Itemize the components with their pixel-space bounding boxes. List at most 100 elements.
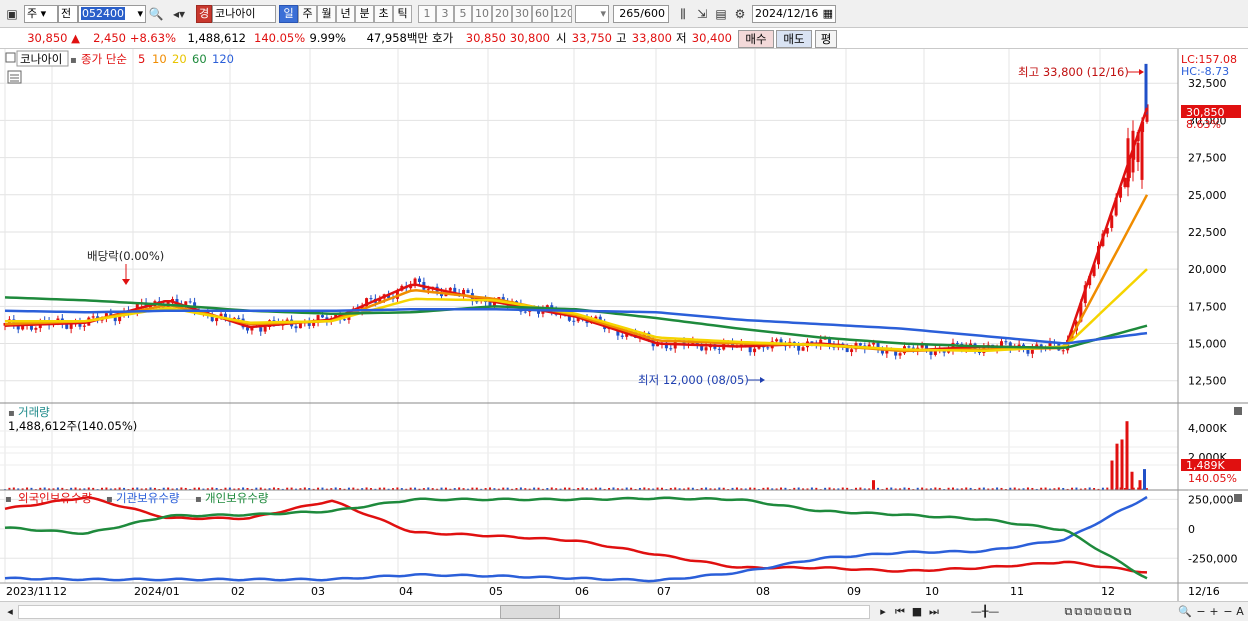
interval-5[interactable]: 5 [454,5,472,23]
save-icon[interactable]: ▤ [713,5,729,23]
zoom-icon[interactable]: 🔍 [1178,605,1192,619]
interval-120[interactable]: 120 [552,5,572,23]
high-annotation: 최고 33,800 (12/16) [1018,65,1129,79]
legend-ma-10: 10 [152,52,167,66]
candle-body [69,324,73,329]
market-prev-button[interactable]: 전 [58,5,78,23]
zoom-slider[interactable]: —╂— [950,605,1020,619]
candle-body [1026,349,1030,354]
scroll-thumb[interactable] [500,605,560,619]
interval-20[interactable]: 20 [492,5,512,23]
legend-ma-60: 60 [192,52,207,66]
chart-tools-icons[interactable]: ⧉⧉⧉⧉⧉⧉⧉ [1024,605,1174,619]
period-month-tab[interactable]: 월 [317,5,336,23]
candle-type-icon[interactable]: ⫼ [675,5,691,23]
scroll-right-icon[interactable]: ▸ [876,605,890,619]
x-axis-label: 06 [575,585,589,598]
gear-icon[interactable]: ⚙ [732,5,748,23]
price-y-tick: 22,500 [1188,226,1227,239]
market-type-select[interactable]: 주 ▾ [24,5,58,23]
candle-body [1140,127,1144,180]
rewind-icon[interactable]: ⏮ [892,605,908,619]
font-icon[interactable]: A [1234,605,1246,619]
chart-scrollbar[interactable]: ◂ ▸ ⏮ ■ ⏭ —╂— ⧉⧉⧉⧉⧉⧉⧉ 🔍 − + − A [0,601,1248,621]
x-axis-label: 2024/01 [134,585,180,598]
interval-3[interactable]: 3 [436,5,454,23]
sell-button[interactable]: 매도 [776,30,812,48]
candle-body [669,348,673,350]
price-y-tick: 15,000 [1188,338,1227,351]
candle-body [475,301,479,303]
buy-button[interactable]: 매수 [738,30,774,48]
custom-interval-select[interactable]: ▾ [575,5,609,23]
candle-body [1061,350,1065,352]
price-change: 2,450 [93,31,126,45]
price-y-tick: 12,500 [1188,375,1227,388]
legend-ma-5: 5 [138,52,145,66]
candle-body [898,353,902,356]
stock-chart[interactable]: 코나아이 ▪ 종가 단순 5 10 20 60 120 LC:157.08 HC… [0,49,1248,601]
volume-value: 1,488,612 [187,31,246,45]
volume-bar [1143,469,1146,490]
speaker-icon[interactable]: ◂▾ [166,5,192,23]
volume-tick-4000k: 4,000K [1188,422,1227,435]
interval-1[interactable]: 1 [418,5,436,23]
scroll-track[interactable] [18,605,870,619]
zoom-out-icon[interactable]: − [1195,605,1207,619]
stop-icon[interactable]: ■ [909,605,925,619]
interval-30[interactable]: 30 [512,5,532,23]
volume-tag: 1,489K [1186,459,1225,472]
forward-icon[interactable]: ⏭ [926,605,942,619]
holder-y-tick: 0 [1188,523,1195,536]
candle-body [907,346,911,348]
candle-body [488,302,492,306]
x-axis-label: 11 [1010,585,1024,598]
period-tick-tab[interactable]: 틱 [393,5,412,23]
candle-body [620,335,624,337]
zoom-tool-icon[interactable]: ⇲ [694,5,710,23]
open-price: 33,750 [571,31,612,45]
interval-60[interactable]: 60 [532,5,552,23]
x-axis-label: 2023/11 [6,585,52,598]
candle-body [320,315,324,318]
candle-body [294,326,298,329]
hoga-label: 호가 [432,31,454,45]
period-year-tab[interactable]: 년 [336,5,355,23]
svg-text:▪: ▪ [5,494,12,505]
window-icon[interactable]: ▣ [4,5,20,23]
turnover-rate: 9.99% [309,31,346,45]
volume-pct-tag: 140.05% [1188,472,1237,485]
date-field[interactable]: 2024/12/16 ▦ [752,5,836,23]
period-day-tab[interactable]: 일 [279,5,298,23]
period-week-tab[interactable]: 주 [298,5,317,23]
holder-y-tick: 250,000 [1188,493,1234,506]
stock-code-input[interactable]: 052400 ▾ [78,5,146,23]
scroll-left-icon[interactable]: ◂ [4,605,16,619]
candle-body [523,311,527,313]
legend-ma-20: 20 [172,52,187,66]
search-icon[interactable]: 🔍 [148,5,164,23]
period-minute-tab[interactable]: 분 [355,5,374,23]
holder-panel-close-icon[interactable] [1234,494,1242,502]
minus-icon[interactable]: − [1222,605,1234,619]
candle-body [801,347,805,351]
quote-bar: 30,850 ▲ 2,450 +8.63% 1,488,612 140.05% … [0,28,1248,49]
stock-name-field[interactable]: 코나아이 [212,5,276,23]
interval-10[interactable]: 10 [472,5,492,23]
candle-body [466,289,470,294]
zoom-in-icon[interactable]: + [1208,605,1220,619]
candle-body [188,301,192,303]
ask-price: 30,850 [465,31,506,45]
eval-button[interactable]: 평 [815,30,837,48]
candle-body [65,324,69,329]
hc-value: HC:-8.73 [1181,65,1229,78]
period-second-tab[interactable]: 초 [374,5,393,23]
legend-ma-120: 120 [212,52,234,66]
data-count-field[interactable]: 265/600 [613,5,669,23]
legend-foreign-holders: 외국인보유수량 [18,491,92,505]
volume-panel-close-icon[interactable] [1234,407,1242,415]
volume-bar [1130,471,1134,490]
svg-text:▪: ▪ [195,494,202,505]
x-axis-label: 09 [847,585,861,598]
legend-individual-holders: 개인보유수량 [205,491,269,505]
